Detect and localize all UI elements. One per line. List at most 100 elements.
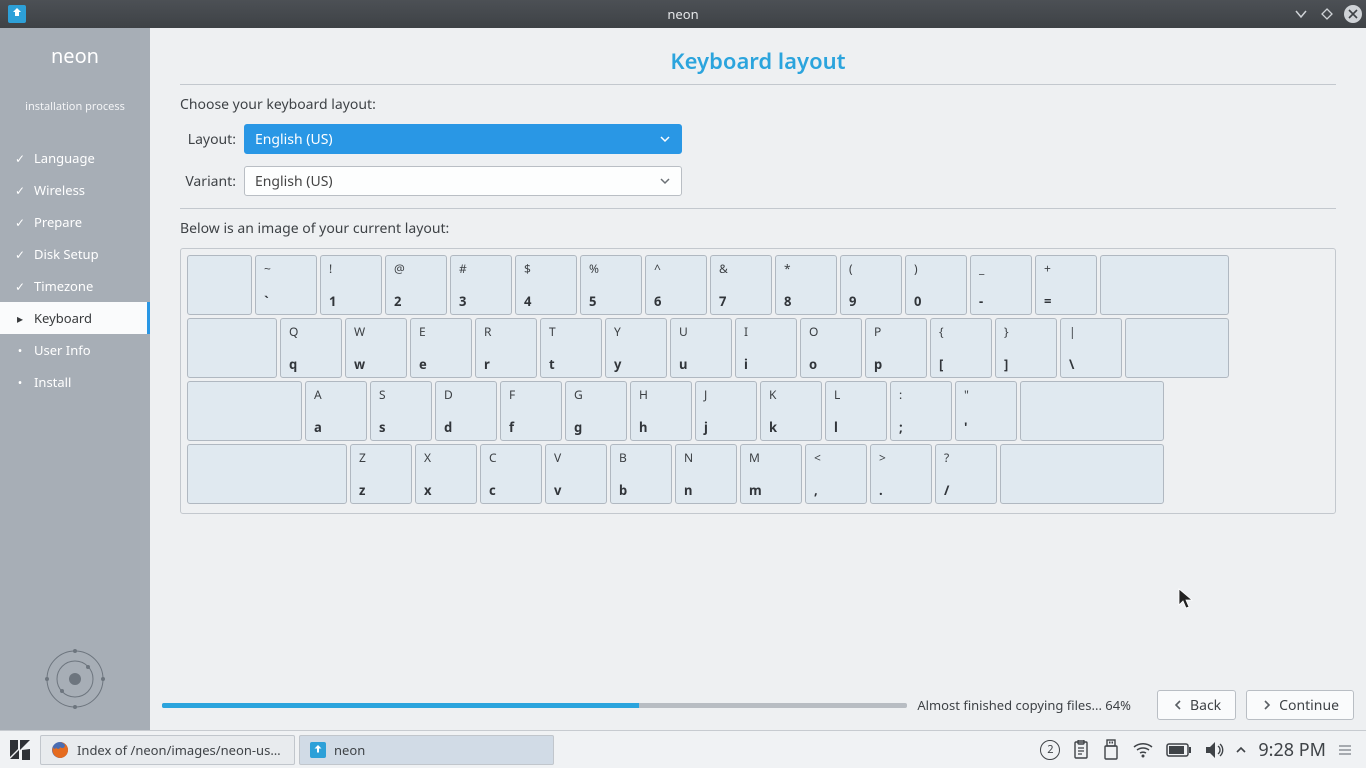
keyboard-key: Ss bbox=[370, 381, 432, 441]
wifi-icon[interactable] bbox=[1132, 741, 1154, 759]
keyboard-key: Ee bbox=[410, 318, 472, 378]
keyboard-key: _- bbox=[970, 255, 1032, 315]
step-label: Language bbox=[34, 149, 95, 167]
step-label: Wireless bbox=[34, 181, 85, 199]
keyboard-key: %5 bbox=[580, 255, 642, 315]
sidebar: neon installation process ✓Language✓Wire… bbox=[0, 28, 150, 730]
keyboard-key: {[ bbox=[930, 318, 992, 378]
preview-label: Below is an image of your current layout… bbox=[180, 219, 1336, 238]
step-state-icon: ▸ bbox=[14, 310, 26, 327]
taskbar-item[interactable]: Index of /neon/images/neon-usered bbox=[40, 735, 295, 765]
taskbar-item-label: neon bbox=[334, 741, 365, 759]
layout-select-value: English (US) bbox=[255, 130, 333, 149]
taskbar: Index of /neon/images/neon-useredneon 2 … bbox=[0, 730, 1366, 768]
clock[interactable]: 9:28 PM bbox=[1258, 738, 1326, 762]
step-prepare[interactable]: ✓ Prepare bbox=[0, 206, 150, 238]
variant-select[interactable]: English (US) bbox=[244, 166, 682, 196]
keyboard-key: Hh bbox=[630, 381, 692, 441]
step-keyboard[interactable]: ▸Keyboard bbox=[0, 302, 150, 334]
step-label: Timezone bbox=[34, 277, 93, 295]
step-label: Prepare bbox=[34, 213, 82, 231]
keyboard-key-blank bbox=[187, 381, 302, 441]
page-title: Keyboard layout bbox=[180, 46, 1336, 76]
keyboard-key: Qq bbox=[280, 318, 342, 378]
keyboard-key: Jj bbox=[695, 381, 757, 441]
sidebar-title: neon bbox=[0, 42, 150, 69]
keyboard-key: Zz bbox=[350, 444, 412, 504]
layout-select[interactable]: English (US) bbox=[244, 124, 682, 154]
clipboard-icon[interactable] bbox=[1072, 740, 1090, 760]
step-state-icon: ✓ bbox=[14, 182, 26, 199]
content-pane: Keyboard layout Choose your keyboard lay… bbox=[150, 28, 1366, 730]
keyboard-key: (9 bbox=[840, 255, 902, 315]
keyboard-key: Ll bbox=[825, 381, 887, 441]
chevron-down-icon bbox=[659, 175, 671, 187]
keyboard-key: Gg bbox=[565, 381, 627, 441]
continue-button[interactable]: Continue bbox=[1246, 690, 1354, 720]
updates-badge[interactable]: 2 bbox=[1040, 740, 1060, 760]
volume-icon[interactable] bbox=[1204, 741, 1224, 759]
divider bbox=[180, 208, 1336, 209]
window-minimize-icon[interactable] bbox=[1292, 5, 1310, 23]
mouse-cursor-icon bbox=[1178, 588, 1193, 610]
install-status: Almost finished copying files... 64% bbox=[917, 696, 1131, 714]
keyboard-key-blank bbox=[187, 444, 347, 504]
keyboard-key: ^6 bbox=[645, 255, 707, 315]
installer-window: neon installation process ✓Language✓Wire… bbox=[0, 28, 1366, 730]
keyboard-key: }] bbox=[995, 318, 1057, 378]
keyboard-preview: ~`!1@2#3$4%5^6&7*8(9)0_-+=QqWwEeRrTtYyUu… bbox=[180, 248, 1336, 514]
keyboard-key: ~` bbox=[255, 255, 317, 315]
step-disk-setup[interactable]: ✓Disk Setup bbox=[0, 238, 150, 270]
back-button[interactable]: Back bbox=[1157, 690, 1236, 720]
step-state-icon: ✓ bbox=[14, 214, 26, 231]
step-user-info[interactable]: • User Info bbox=[0, 334, 150, 366]
step-install[interactable]: •Install bbox=[0, 366, 150, 398]
keyboard-key-blank bbox=[1125, 318, 1229, 378]
app-launcher-button[interactable] bbox=[4, 734, 36, 766]
keyboard-key: >. bbox=[870, 444, 932, 504]
variant-field-label: Variant: bbox=[180, 172, 236, 191]
keyboard-key: Bb bbox=[610, 444, 672, 504]
keyboard-key: :; bbox=[890, 381, 952, 441]
step-timezone[interactable]: ✓Timezone bbox=[0, 270, 150, 302]
keyboard-key: *8 bbox=[775, 255, 837, 315]
sidebar-subtitle: installation process bbox=[0, 99, 150, 114]
window-close-icon[interactable] bbox=[1344, 5, 1362, 23]
keyboard-key: Uu bbox=[670, 318, 732, 378]
step-language[interactable]: ✓Language bbox=[0, 142, 150, 174]
tray-expand-icon[interactable] bbox=[1236, 745, 1246, 755]
choose-layout-label: Choose your keyboard layout: bbox=[180, 95, 1336, 114]
distro-logo-icon bbox=[44, 648, 106, 710]
keyboard-key: Tt bbox=[540, 318, 602, 378]
keyboard-key: Rr bbox=[475, 318, 537, 378]
keyboard-key-blank bbox=[1020, 381, 1164, 441]
keyboard-key: Ii bbox=[735, 318, 797, 378]
step-label: Install bbox=[34, 373, 71, 391]
taskbar-item-label: Index of /neon/images/neon-usered bbox=[77, 741, 284, 759]
firefox-icon bbox=[51, 741, 69, 759]
step-state-icon: • bbox=[14, 342, 26, 359]
keyboard-key: += bbox=[1035, 255, 1097, 315]
chevron-left-icon bbox=[1172, 699, 1184, 711]
keyboard-key: Aa bbox=[305, 381, 367, 441]
step-label: User Info bbox=[34, 341, 91, 359]
window-titlebar: neon bbox=[0, 0, 1366, 28]
keyboard-key: Mm bbox=[740, 444, 802, 504]
keyboard-key: ?/ bbox=[935, 444, 997, 504]
keyboard-key: Yy bbox=[605, 318, 667, 378]
keyboard-key: Dd bbox=[435, 381, 497, 441]
keyboard-key: Kk bbox=[760, 381, 822, 441]
battery-icon[interactable] bbox=[1166, 743, 1192, 757]
menu-icon[interactable] bbox=[1338, 743, 1352, 757]
keyboard-key: Vv bbox=[545, 444, 607, 504]
window-maximize-icon[interactable] bbox=[1318, 5, 1336, 23]
keyboard-key: Nn bbox=[675, 444, 737, 504]
usb-device-icon[interactable] bbox=[1102, 739, 1120, 761]
keyboard-key: #3 bbox=[450, 255, 512, 315]
keyboard-key-blank bbox=[1000, 444, 1164, 504]
keyboard-key: Cc bbox=[480, 444, 542, 504]
layout-field-label: Layout: bbox=[180, 130, 236, 149]
keyboard-key: Ff bbox=[500, 381, 562, 441]
taskbar-item[interactable]: neon bbox=[299, 735, 554, 765]
step-wireless[interactable]: ✓ Wireless bbox=[0, 174, 150, 206]
